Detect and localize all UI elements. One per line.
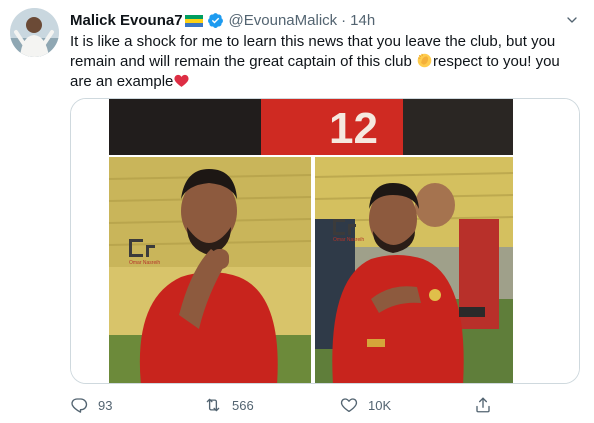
svg-text:Omar Nasreih: Omar Nasreih <box>129 260 160 266</box>
tweet-media[interactable]: 12 Omar Nasreih Omar Nasreih <box>70 98 580 384</box>
retweet-icon <box>206 398 220 412</box>
clapping-hand-emoji-icon <box>416 52 433 69</box>
reply-button[interactable]: 93 <box>70 393 112 417</box>
reply-count: 93 <box>98 397 113 413</box>
share-icon <box>476 397 490 413</box>
retweet-count: 566 <box>232 397 254 413</box>
display-name[interactable]: Malick Evouna7 <box>70 12 183 29</box>
verified-badge-icon <box>207 12 224 29</box>
timestamp[interactable]: 14h <box>350 12 375 29</box>
user-handle[interactable]: @EvounaMalick <box>229 12 338 29</box>
share-button[interactable] <box>474 393 502 417</box>
football-player-collage-photo-icon: 12 Omar Nasreih Omar Nasreih <box>71 99 579 383</box>
tweet-text: It is like a shock for me to learn this … <box>70 32 580 92</box>
profile-photo-icon <box>10 8 59 57</box>
separator-dot: · <box>341 11 347 29</box>
heart-icon <box>340 398 358 413</box>
retweet-button[interactable]: 566 <box>204 393 254 417</box>
like-count: 10K <box>368 397 392 413</box>
avatar[interactable] <box>10 8 59 57</box>
tweet[interactable]: Malick Evouna7 @EvounaMalick · 14h It is… <box>0 0 594 423</box>
red-heart-emoji-icon <box>173 72 190 89</box>
chevron-down-icon[interactable] <box>562 10 582 30</box>
like-button[interactable]: 10K <box>340 393 391 417</box>
reply-icon <box>71 398 88 413</box>
svg-text:12: 12 <box>329 104 378 153</box>
tweet-header: Malick Evouna7 @EvounaMalick · 14h <box>70 10 582 30</box>
svg-text:Omar Nasreih: Omar Nasreih <box>333 237 364 243</box>
gabon-flag-icon <box>184 14 203 27</box>
tweet-actions: 93 566 10K <box>70 393 510 417</box>
